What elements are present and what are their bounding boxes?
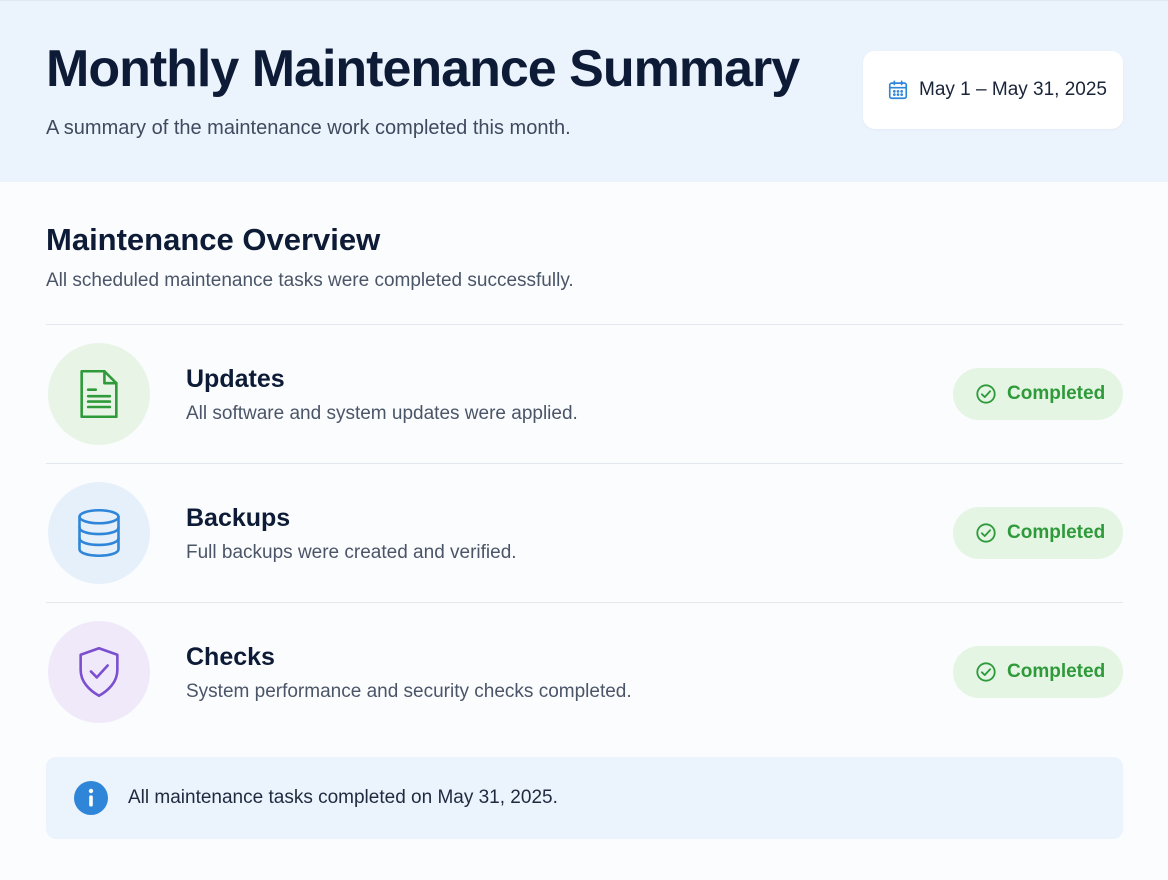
- status-badge: Completed: [953, 507, 1123, 559]
- check-circle-icon: [976, 662, 996, 682]
- item-description: All software and system updates were app…: [186, 403, 578, 424]
- item-title: Backups: [186, 504, 291, 532]
- calendar-icon: [888, 80, 908, 100]
- status-label: Completed: [1007, 383, 1106, 404]
- item-title: Updates: [186, 365, 285, 393]
- info-icon: [74, 781, 108, 815]
- check-circle-icon: [976, 384, 996, 404]
- checks-icon-circle: [48, 621, 150, 723]
- completion-note-text: All maintenance tasks completed on May 3…: [128, 787, 558, 808]
- item-description: Full backups were created and verified.: [186, 542, 517, 563]
- completion-note: All maintenance tasks completed on May 3…: [46, 757, 1123, 839]
- date-range-text: May 1 – May 31, 2025: [919, 79, 1107, 100]
- shield-check-icon: [79, 646, 119, 698]
- page-title: Monthly Maintenance Summary: [46, 40, 800, 98]
- maintenance-item-updates: Updates All software and system updates …: [46, 325, 1123, 463]
- check-circle-icon: [976, 523, 996, 543]
- maintenance-item-checks: Checks System performance and security c…: [46, 603, 1123, 741]
- overview-description: All scheduled maintenance tasks were com…: [46, 270, 574, 291]
- date-range-chip[interactable]: May 1 – May 31, 2025: [863, 51, 1123, 129]
- page-subtitle: A summary of the maintenance work comple…: [46, 117, 571, 139]
- maintenance-item-backups: Backups Full backups were created and ve…: [46, 464, 1123, 602]
- updates-icon-circle: [48, 343, 150, 445]
- status-badge: Completed: [953, 368, 1123, 420]
- item-description: System performance and security checks c…: [186, 681, 632, 702]
- status-label: Completed: [1007, 522, 1106, 543]
- document-icon: [80, 369, 118, 419]
- status-badge: Completed: [953, 646, 1123, 698]
- status-label: Completed: [1007, 661, 1106, 682]
- backups-icon-circle: [48, 482, 150, 584]
- database-icon: [78, 508, 120, 558]
- page-header: Monthly Maintenance Summary A summary of…: [0, 0, 1168, 182]
- item-title: Checks: [186, 643, 275, 671]
- overview-title: Maintenance Overview: [46, 222, 381, 257]
